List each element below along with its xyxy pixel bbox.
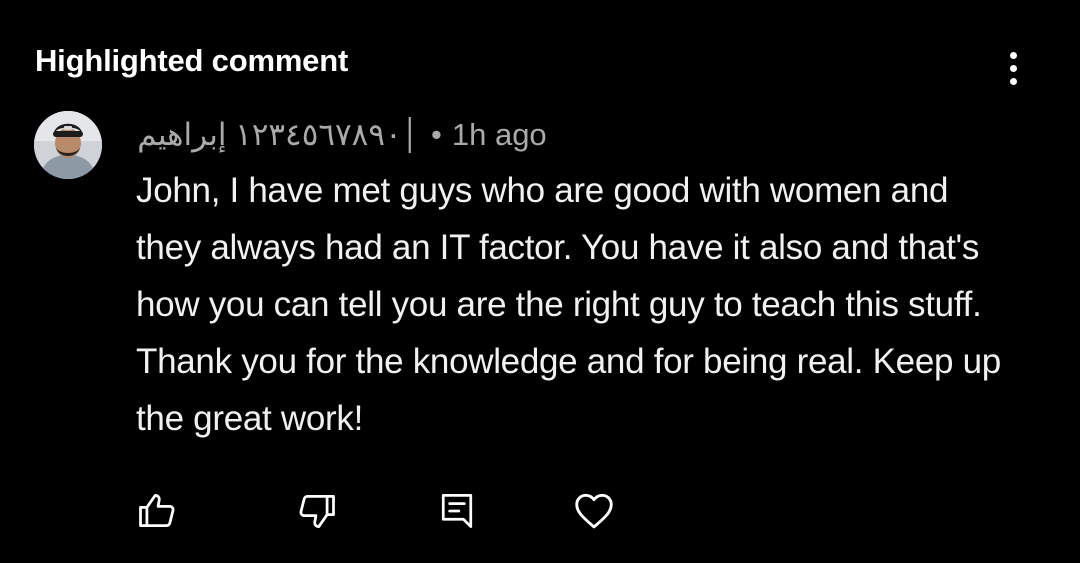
- meta-separator: •: [431, 117, 442, 152]
- heart-icon: [575, 493, 613, 529]
- reply-icon: [441, 494, 473, 528]
- more-vertical-icon-dot-3: [1009, 77, 1017, 85]
- more-vertical-icon: [1009, 51, 1017, 59]
- more-vertical-icon-dot-2: [1009, 64, 1017, 72]
- heart-button[interactable]: [563, 480, 625, 542]
- comment-timestamp: 1h ago: [451, 117, 547, 152]
- comment-meta: │١٢٣٤٥٦٧٨٩۰ إبراهيم d27 • 1h ago: [136, 113, 547, 157]
- more-options-button[interactable]: [990, 44, 1036, 92]
- dislike-button[interactable]: [286, 480, 348, 542]
- like-button[interactable]: [126, 480, 188, 542]
- avatar-image: [34, 111, 102, 179]
- thumbs-up-icon: [139, 494, 175, 528]
- author-name[interactable]: │١٢٣٤٥٦٧٨٩۰ إبراهيم d27: [136, 117, 421, 153]
- avatar[interactable]: [34, 111, 102, 179]
- section-title: Highlighted comment: [35, 43, 349, 78]
- thumbs-down-icon: [299, 494, 335, 528]
- reply-button[interactable]: [426, 480, 488, 542]
- comment-text: John, I have met guys who are good with …: [136, 171, 1001, 438]
- comment-action-bar: [0, 480, 1080, 542]
